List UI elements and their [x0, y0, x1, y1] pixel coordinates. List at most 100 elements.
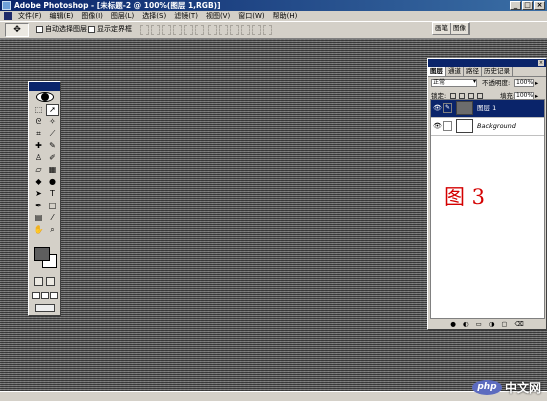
- tab-history[interactable]: 历史记录: [482, 67, 513, 76]
- layer-name: 图层 1: [477, 104, 497, 112]
- photoshop-app-icon[interactable]: [2, 1, 11, 10]
- opacity-label: 不透明度:: [482, 79, 511, 87]
- brush-tool-icon[interactable]: ✎: [46, 140, 59, 152]
- move-tool-icon[interactable]: ➚: [46, 104, 59, 116]
- tab-paths[interactable]: 路径: [464, 67, 482, 76]
- eraser-tool-icon[interactable]: ▱: [32, 164, 45, 176]
- healing-brush-tool-icon[interactable]: ✚: [32, 140, 45, 152]
- notes-tool-icon[interactable]: ▤: [32, 212, 45, 224]
- history-brush-tool-icon[interactable]: ✐: [46, 152, 59, 164]
- menu-select[interactable]: 选择(S): [138, 11, 170, 21]
- type-tool-icon[interactable]: T: [46, 188, 59, 200]
- blur-tool-icon[interactable]: ◆: [32, 176, 45, 188]
- gradient-tool-icon[interactable]: ▦: [46, 164, 59, 176]
- slice-tool-icon[interactable]: ⟋: [46, 128, 59, 140]
- distribute-vcenter-icon[interactable]: [219, 25, 228, 35]
- distribute-bottom-icon[interactable]: [230, 25, 239, 35]
- lasso-tool-icon[interactable]: ᘓ: [32, 116, 45, 128]
- clone-stamp-tool-icon[interactable]: ♙: [32, 152, 45, 164]
- show-bounding-box-label: 显示定界框: [97, 25, 132, 33]
- align-top-icon[interactable]: [140, 25, 149, 35]
- layer-thumbnail: [456, 119, 473, 133]
- document-icon[interactable]: [4, 12, 12, 20]
- eyedropper-tool-icon[interactable]: ⁄: [46, 212, 59, 224]
- zoom-tool-icon[interactable]: ⌕: [46, 224, 59, 236]
- menu-filter[interactable]: 滤镜(T): [170, 11, 202, 21]
- distribute-left-icon[interactable]: [241, 25, 250, 35]
- align-buttons: [140, 25, 204, 35]
- title-bar: Adobe Photoshop - [未标题-2 @ 100%(图层 1,RGB…: [0, 0, 547, 11]
- auto-select-layer-label: 自动选择图层: [45, 25, 87, 33]
- magic-wand-tool-icon[interactable]: ✧: [46, 116, 59, 128]
- align-right-icon[interactable]: [195, 25, 204, 35]
- standard-mode-icon[interactable]: [34, 277, 43, 286]
- menu-window[interactable]: 窗口(W): [234, 11, 268, 21]
- mask-mode-row: [34, 277, 55, 286]
- opacity-field[interactable]: 100%: [514, 79, 534, 87]
- link-box[interactable]: [443, 121, 452, 131]
- menu-image[interactable]: 图像(I): [77, 11, 107, 21]
- close-icon[interactable]: ×: [538, 60, 544, 66]
- path-select-tool-icon[interactable]: ➤: [32, 188, 45, 200]
- toolbox-title-bar[interactable]: [29, 82, 60, 91]
- distribute-hcenter-icon[interactable]: [252, 25, 261, 35]
- pen-tool-icon[interactable]: ✒: [32, 200, 45, 212]
- new-layer-icon[interactable]: ▢: [501, 319, 507, 329]
- delete-layer-icon[interactable]: ⌫: [515, 319, 524, 329]
- menu-bar: 文件(F) 编辑(E) 图像(I) 图层(L) 选择(S) 滤镜(T) 视图(V…: [0, 11, 547, 21]
- layer-mask-icon[interactable]: ◐: [463, 319, 469, 329]
- foreground-color-swatch[interactable]: [34, 247, 50, 261]
- layer-thumbnail: [456, 101, 473, 115]
- menu-layer[interactable]: 图层(L): [107, 11, 138, 21]
- dodge-tool-icon[interactable]: ●: [46, 176, 59, 188]
- adjustment-layer-icon[interactable]: ◑: [489, 319, 495, 329]
- minimize-button[interactable]: _: [510, 1, 521, 10]
- layers-panel-title-bar[interactable]: ×: [428, 59, 546, 67]
- align-hcenter-icon[interactable]: [184, 25, 193, 35]
- layers-panel-tabs: 图层 通道 路径 历史记录: [428, 67, 546, 77]
- opacity-arrow-icon[interactable]: ▸: [535, 77, 538, 90]
- distribute-buttons: [208, 25, 272, 35]
- tab-channels[interactable]: 通道: [446, 67, 464, 76]
- brush-icon[interactable]: ✎: [443, 103, 452, 113]
- logo-eye-icon: [41, 93, 49, 101]
- standard-screen-icon[interactable]: [32, 292, 40, 299]
- eye-icon[interactable]: 👁: [433, 104, 442, 112]
- shape-tool-icon[interactable]: □: [46, 200, 59, 212]
- menu-file[interactable]: 文件(F): [14, 11, 46, 21]
- new-set-icon[interactable]: ▭: [476, 319, 482, 329]
- move-tool-icon[interactable]: ✥: [5, 23, 29, 37]
- layer-row-background[interactable]: 👁 Background: [431, 118, 544, 136]
- screen-mode-row: [32, 292, 58, 299]
- blend-mode-select[interactable]: 正常: [431, 79, 477, 87]
- menu-help[interactable]: 帮助(H): [269, 11, 302, 21]
- distribute-top-icon[interactable]: [208, 25, 217, 35]
- auto-select-layer-checkbox[interactable]: [36, 26, 43, 33]
- layer-style-icon[interactable]: ●: [450, 319, 456, 329]
- full-screen-icon[interactable]: [50, 292, 58, 299]
- maximize-button[interactable]: □: [522, 1, 533, 10]
- blend-opacity-row: 正常 不透明度: 100% ▸: [428, 77, 546, 90]
- menu-view[interactable]: 视图(V): [202, 11, 234, 21]
- show-bounding-box-checkbox[interactable]: [88, 26, 95, 33]
- watermark-text: 中文网: [504, 381, 541, 395]
- align-bottom-icon[interactable]: [162, 25, 171, 35]
- site-watermark: php 中文网: [471, 379, 541, 396]
- crop-tool-icon[interactable]: ⌗: [32, 128, 45, 140]
- align-left-icon[interactable]: [173, 25, 182, 35]
- menu-edit[interactable]: 编辑(E): [46, 11, 78, 21]
- eye-icon[interactable]: 👁: [433, 122, 442, 130]
- watermark-logo: php: [471, 380, 502, 395]
- hand-tool-icon[interactable]: ✋: [32, 224, 45, 236]
- tab-layers[interactable]: 图层: [428, 67, 446, 76]
- align-vcenter-icon[interactable]: [151, 25, 160, 35]
- close-button[interactable]: ×: [534, 1, 545, 10]
- palette-well-tab-image[interactable]: 图像: [451, 23, 469, 34]
- quick-mask-mode-icon[interactable]: [46, 277, 55, 286]
- palette-well-tab-brushes[interactable]: 画笔: [433, 23, 451, 34]
- marquee-tool-icon[interactable]: ⬚: [32, 104, 45, 116]
- full-screen-menu-icon[interactable]: [41, 292, 49, 299]
- distribute-right-icon[interactable]: [263, 25, 272, 35]
- layer-row-1[interactable]: 👁 ✎ 图层 1: [431, 100, 544, 118]
- jump-to-imageready-icon[interactable]: [35, 304, 55, 312]
